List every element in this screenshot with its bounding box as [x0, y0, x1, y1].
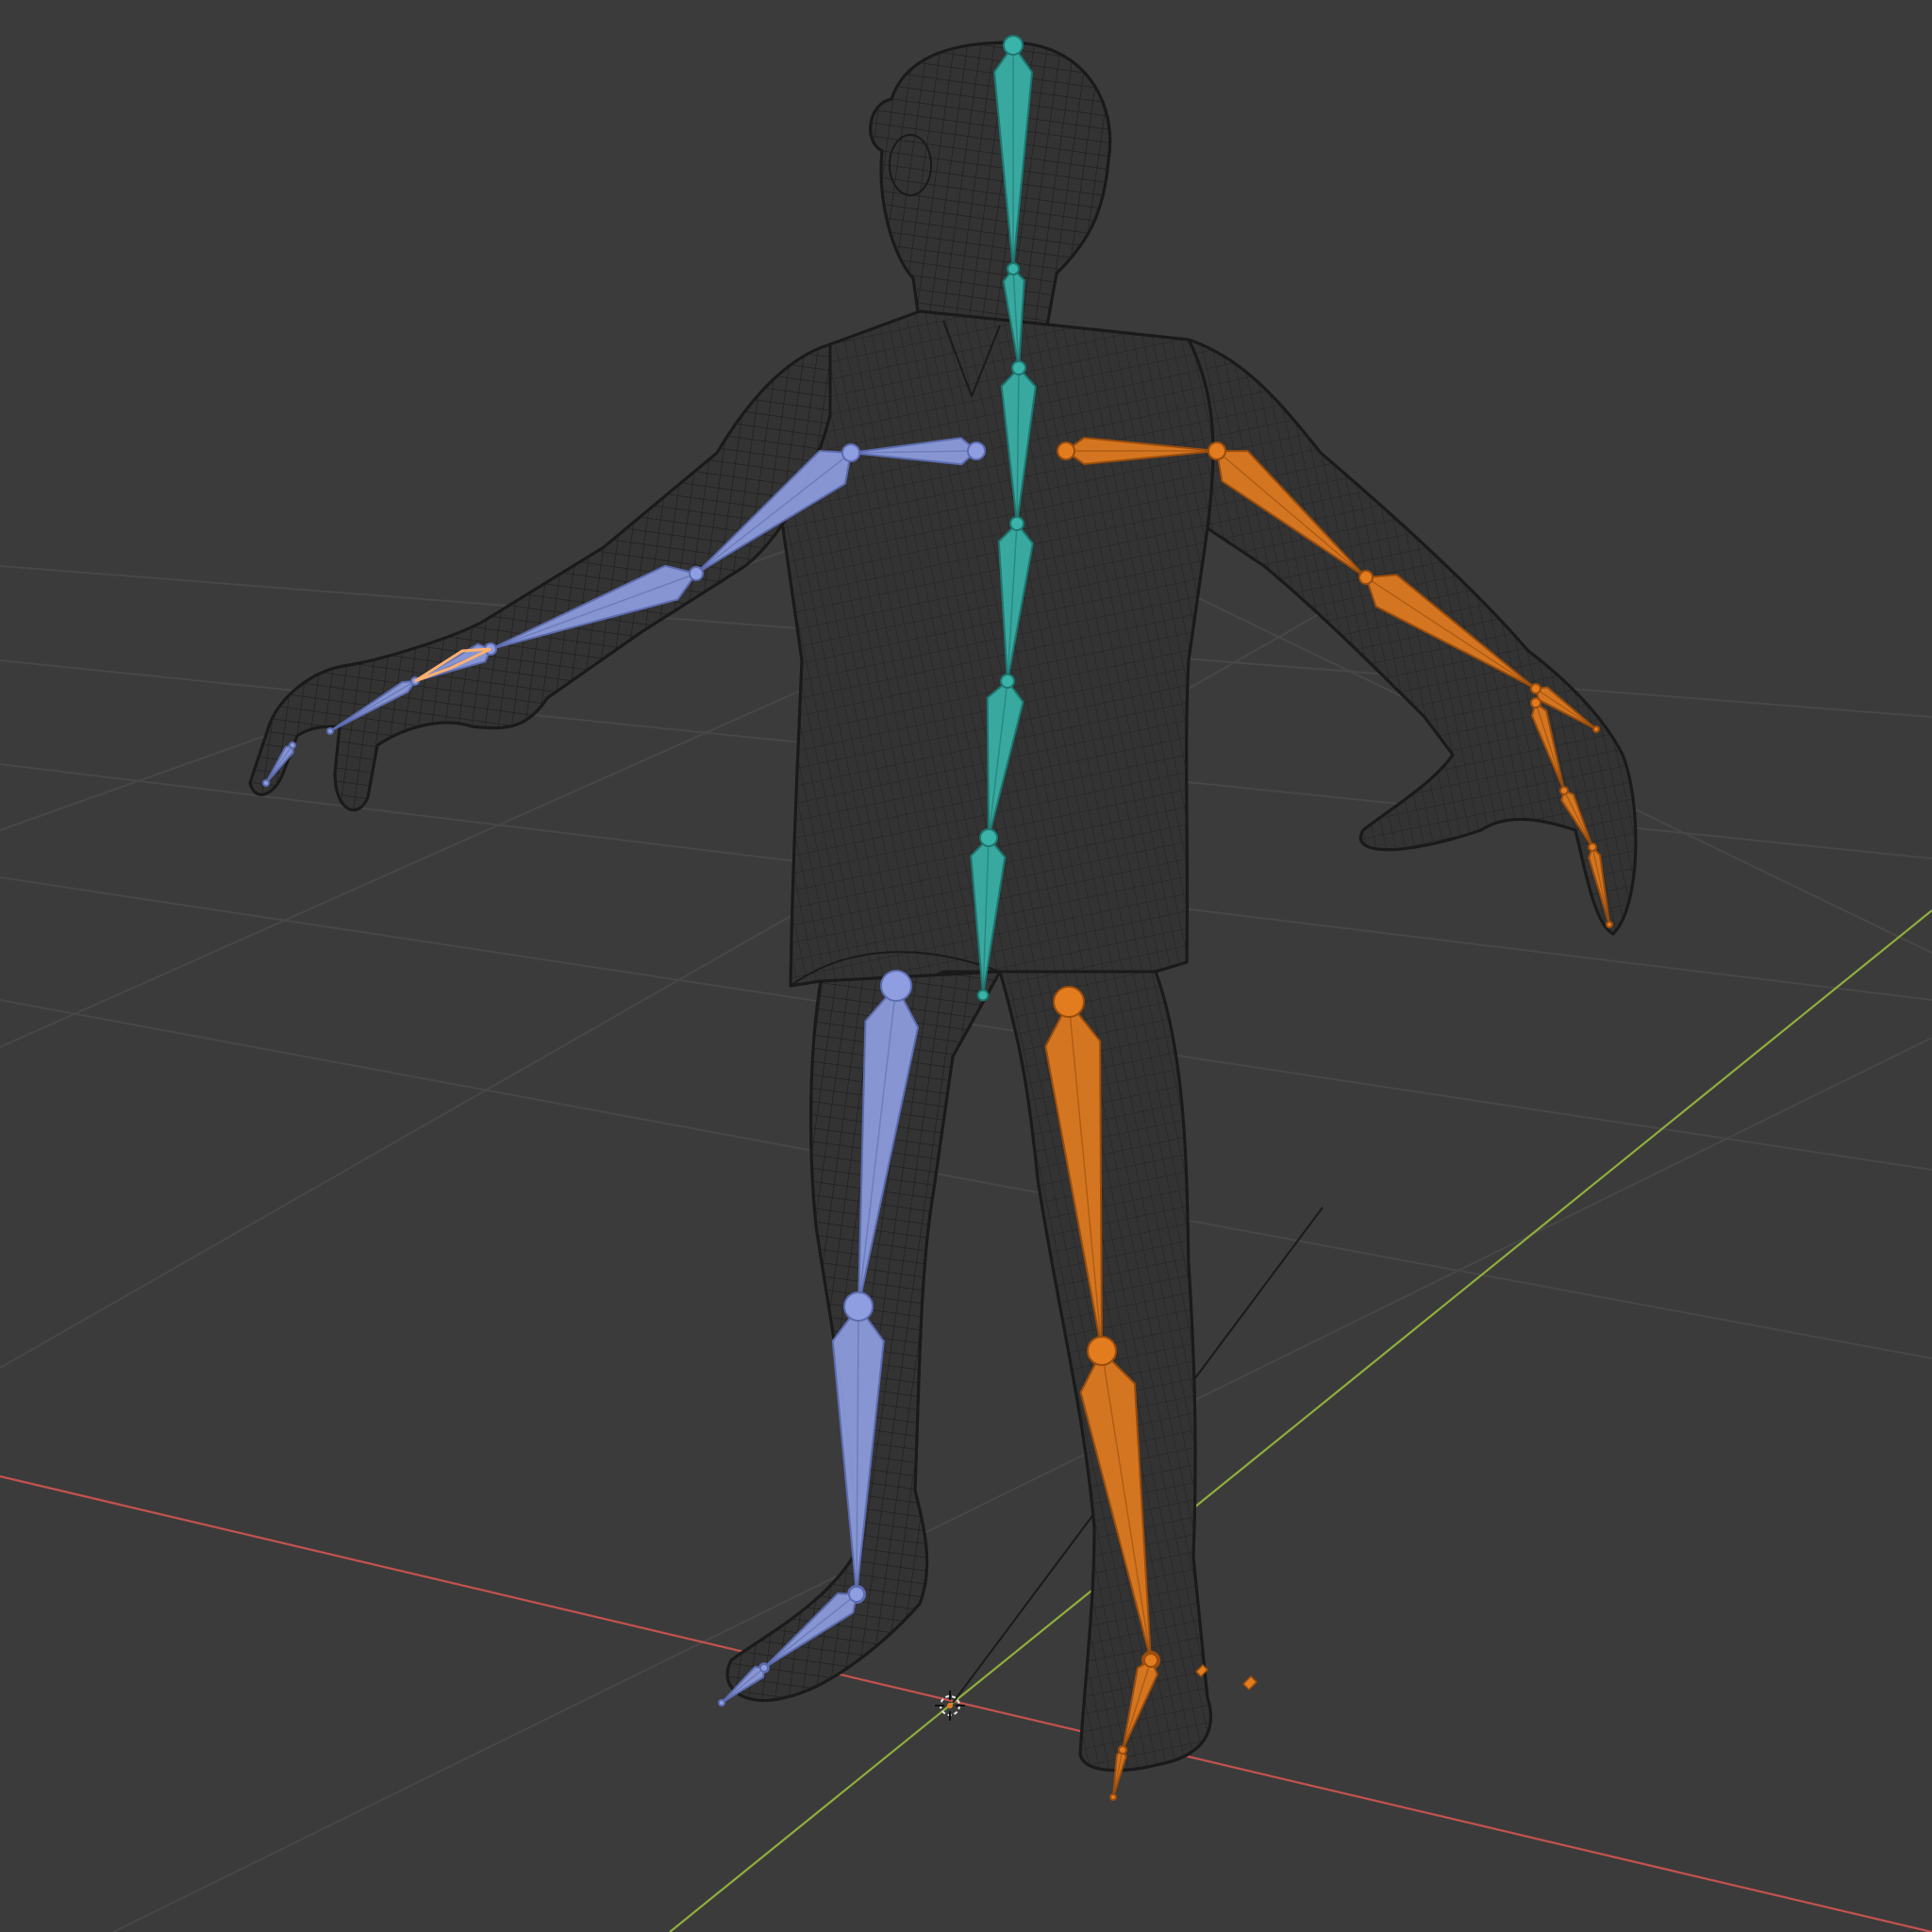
bone-thigh-l-head-joint[interactable]: [880, 970, 912, 1002]
bone-toe-r-tail-joint[interactable]: [1109, 1793, 1117, 1801]
bone-shoulder-l-head-joint[interactable]: [967, 441, 986, 460]
bone-hips-head-joint[interactable]: [979, 828, 998, 847]
bone-forearm-r-head-joint[interactable]: [1358, 570, 1374, 585]
bone-foot-r-head-joint[interactable]: [1143, 1653, 1158, 1668]
viewport-canvas[interactable]: [0, 0, 1932, 1932]
bone-finger-r1-head-joint[interactable]: [1530, 697, 1541, 708]
bone-upper-arm-l-head-joint[interactable]: [841, 443, 860, 462]
bone-spine-upper-head-joint[interactable]: [1011, 360, 1026, 375]
bone-hand-r-head-joint[interactable]: [1530, 683, 1541, 694]
bone-finger-l2-head-joint[interactable]: [289, 741, 296, 749]
bone-shoulder-r-head-joint[interactable]: [1057, 441, 1075, 460]
bone-spine-lower-head-joint[interactable]: [1000, 674, 1015, 689]
bone-upper-arm-r-head-joint[interactable]: [1208, 441, 1226, 460]
3d-viewport[interactable]: [0, 0, 1932, 1932]
bone-finger-r3-head-joint[interactable]: [1588, 842, 1597, 852]
bone-forearm-l-head-joint[interactable]: [689, 566, 704, 581]
bone-finger-l1-tail-joint[interactable]: [326, 727, 334, 735]
bone-finger-l2-tail-joint[interactable]: [262, 779, 270, 787]
bone-shin-l-head-joint[interactable]: [843, 1291, 874, 1322]
bone-spine-mid-head-joint[interactable]: [1009, 516, 1024, 531]
bone-toe-r-head-joint[interactable]: [1118, 1745, 1127, 1755]
bone-toe-l-head-joint[interactable]: [759, 1663, 769, 1673]
bone-toe-l-tail-joint[interactable]: [718, 1699, 725, 1707]
bone-hand-r-tail-joint[interactable]: [1592, 725, 1600, 733]
bone-head-head-joint[interactable]: [1003, 35, 1024, 56]
bone-thigh-r-head-joint[interactable]: [1053, 986, 1085, 1018]
bone-finger-r2-head-joint[interactable]: [1559, 786, 1569, 795]
bone-finger-r3-tail-joint[interactable]: [1606, 921, 1613, 928]
bone-neck-head-joint[interactable]: [1007, 262, 1020, 275]
bone-shin-r-head-joint[interactable]: [1087, 1336, 1117, 1366]
bone-hips-tail-joint[interactable]: [976, 989, 990, 1002]
bone-foot-l-head-joint[interactable]: [848, 1586, 865, 1603]
